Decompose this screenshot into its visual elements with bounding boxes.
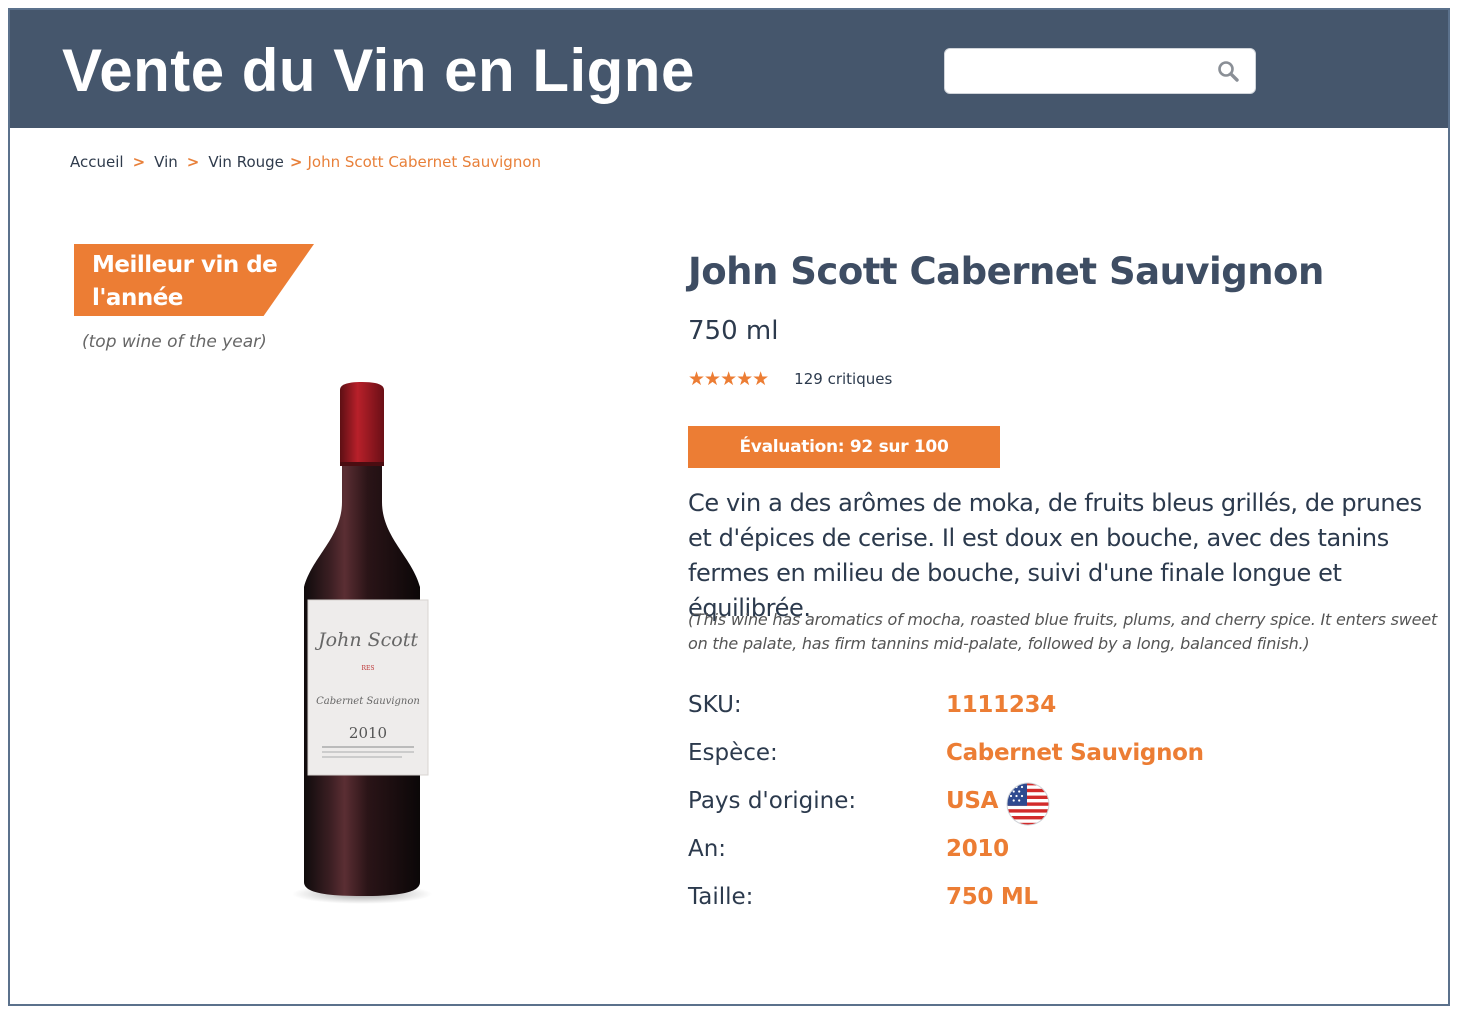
spec-label: Espèce: — [688, 740, 778, 766]
spec-label: Pays d'origine: — [688, 788, 857, 814]
spec-value: 1111234 — [946, 692, 1056, 718]
spec-value: 2010 — [946, 836, 1009, 862]
product-title: John Scott Cabernet Sauvignon — [688, 250, 1324, 293]
spec-row-size: Taille: 750 ML — [688, 878, 1288, 926]
search-icon[interactable] — [1217, 60, 1239, 82]
spec-row-origin: Pays d'origine: USA — [688, 782, 1288, 830]
description-french: Ce vin a des arômes de moka, de fruits b… — [688, 489, 1422, 622]
spec-label: Taille: — [688, 884, 754, 910]
product-volume: 750 ml — [688, 316, 779, 346]
spec-value: USA — [946, 788, 999, 814]
svg-text:Cabernet Sauvignon: Cabernet Sauvignon — [316, 696, 420, 707]
spec-value: Cabernet Sauvignon — [946, 740, 1204, 766]
breadcrumb-current: John Scott Cabernet Sauvignon — [307, 153, 542, 171]
spec-label: SKU: — [688, 692, 742, 718]
star-rating: ★★★★★ — [688, 368, 769, 390]
svg-text:RES: RES — [361, 665, 374, 672]
spec-row-year: An: 2010 — [688, 830, 1288, 878]
site-header: Vente du Vin en Ligne — [10, 10, 1448, 128]
spec-value: 750 ML — [946, 884, 1038, 910]
breadcrumb-separator: > — [186, 153, 200, 171]
breadcrumb-separator: > — [132, 153, 146, 171]
rating-row: ★★★★★ 129 critiques — [688, 368, 892, 390]
spec-row-sku: SKU: 1111234 — [688, 686, 1288, 734]
score-banner: Évaluation: 92 sur 100 — [688, 426, 1000, 468]
site-title[interactable]: Vente du Vin en Ligne — [62, 36, 695, 105]
badge-label: Meilleur vin de l'année — [92, 252, 278, 311]
best-wine-badge: Meilleur vin de l'année — [74, 244, 314, 316]
page-frame: Vente du Vin en Ligne Accueil > Vin > Vin Ro… — [8, 8, 1450, 1006]
spec-row-species: Espèce: Cabernet Sauvignon — [688, 734, 1288, 782]
us-flag-icon — [1006, 782, 1050, 826]
breadcrumb: Accueil > Vin > Vin Rouge > John Scott Caberne… — [70, 153, 541, 171]
search-box[interactable] — [944, 48, 1256, 94]
search-input[interactable] — [945, 49, 1229, 91]
wine-bottle-image: John Scott RES Cabernet Sauvignon 2010 — [292, 382, 432, 904]
svg-text:John Scott: John Scott — [314, 629, 418, 651]
breadcrumb-separator: > — [289, 153, 303, 171]
breadcrumb-vin[interactable]: Vin — [154, 153, 178, 171]
badge-subtitle: (top wine of the year) — [82, 332, 267, 352]
spec-table: SKU: 1111234 Espèce: Cabernet Sauvignon … — [688, 686, 1288, 926]
description-english: (This wine has aromatics of mocha, roast… — [688, 610, 1438, 653]
breadcrumb-accueil[interactable]: Accueil — [70, 153, 124, 171]
svg-text:2010: 2010 — [349, 724, 387, 742]
spec-label: An: — [688, 836, 727, 862]
breadcrumb-vin-rouge[interactable]: Vin Rouge — [208, 153, 284, 171]
review-count-link[interactable]: 129 critiques — [794, 370, 892, 388]
